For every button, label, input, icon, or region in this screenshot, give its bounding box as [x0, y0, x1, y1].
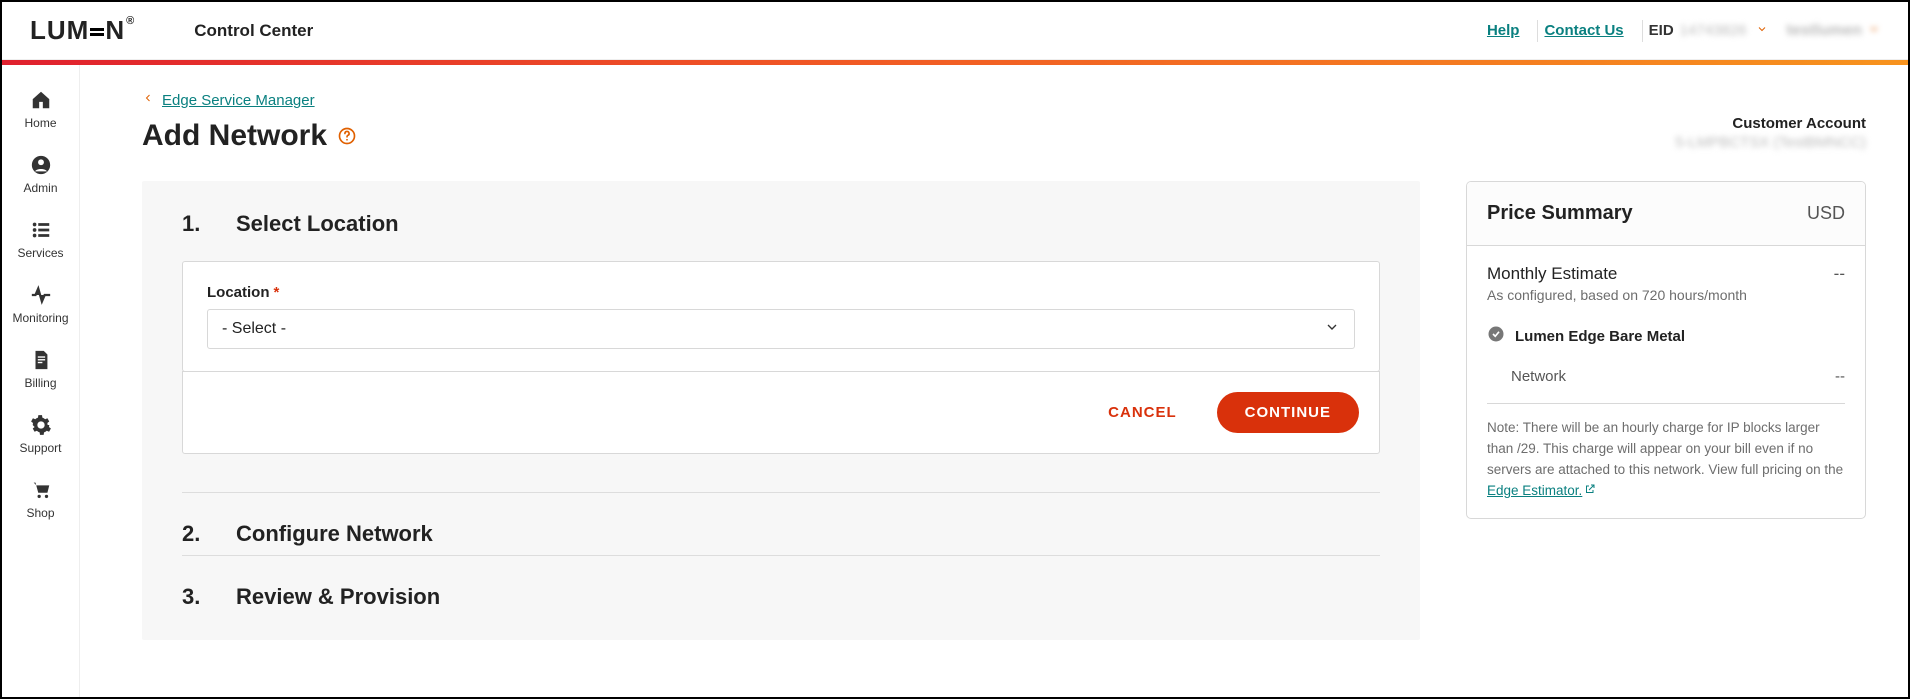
monthly-estimate-label: Monthly Estimate — [1487, 264, 1617, 284]
eid-dropdown[interactable]: EID 14743826 — [1649, 22, 1769, 39]
service-row: Lumen Edge Bare Metal — [1487, 325, 1845, 352]
divider — [1642, 20, 1643, 42]
help-link[interactable]: Help — [1487, 22, 1520, 39]
actions-bar: CANCEL CONTINUE — [182, 371, 1380, 454]
step-title: Review & Provision — [236, 584, 440, 610]
invoice-icon — [30, 349, 52, 371]
chevron-left-icon — [142, 91, 154, 109]
service-name: Lumen Edge Bare Metal — [1515, 328, 1685, 345]
sidebar: Home Admin Services Monitoring Billing S… — [2, 65, 80, 697]
sidebar-item-monitoring[interactable]: Monitoring — [2, 274, 79, 339]
pulse-icon — [30, 284, 52, 306]
location-label: Location* — [207, 284, 1355, 301]
sidebar-item-label: Services — [17, 246, 63, 260]
list-icon — [30, 219, 52, 241]
logo: LUMN® — [30, 15, 134, 46]
network-row: Network -- — [1487, 368, 1845, 404]
gear-icon — [30, 414, 52, 436]
step-3-header[interactable]: 3. Review & Provision — [182, 555, 1380, 610]
network-value: -- — [1835, 368, 1845, 385]
eid-value: 14743826 — [1680, 22, 1747, 39]
page-title-text: Add Network — [142, 119, 327, 153]
monthly-estimate-value: -- — [1834, 264, 1845, 284]
edge-estimator-link-text: Edge Estimator. — [1487, 483, 1582, 498]
chevron-down-icon — [1324, 319, 1340, 340]
continue-button[interactable]: CONTINUE — [1217, 392, 1359, 433]
required-mark: * — [274, 284, 280, 301]
sidebar-item-label: Home — [24, 116, 56, 130]
user-icon — [30, 154, 52, 176]
external-link-icon — [1584, 481, 1596, 502]
location-select-value: - Select - — [222, 320, 286, 338]
wizard-panel: 1. Select Location Location* - Select - … — [142, 181, 1420, 640]
account-name-value: testlumen — [1786, 22, 1862, 40]
chevron-down-icon — [1868, 22, 1880, 40]
page-title: Add Network — [142, 119, 357, 153]
step-title: Select Location — [236, 211, 399, 237]
cart-icon — [30, 479, 52, 501]
step-1-header: 1. Select Location — [182, 211, 1380, 237]
step-title: Configure Network — [236, 521, 433, 547]
step-number: 1. — [182, 211, 202, 237]
step-number: 3. — [182, 584, 202, 610]
contact-us-link[interactable]: Contact Us — [1544, 22, 1623, 39]
network-label: Network — [1511, 368, 1566, 385]
step-number: 2. — [182, 521, 202, 547]
sidebar-item-label: Admin — [23, 181, 57, 195]
pricing-note-text: Note: There will be an hourly charge for… — [1487, 420, 1843, 477]
home-icon — [30, 89, 52, 111]
sidebar-item-support[interactable]: Support — [2, 404, 79, 469]
check-circle-icon — [1487, 325, 1505, 348]
price-summary-title: Price Summary — [1487, 202, 1633, 225]
sidebar-item-admin[interactable]: Admin — [2, 144, 79, 209]
price-summary: Price Summary USD Monthly Estimate -- As… — [1466, 181, 1866, 519]
step-2-header[interactable]: 2. Configure Network — [182, 492, 1380, 547]
account-dropdown[interactable]: testlumen — [1786, 22, 1880, 40]
location-card: Location* - Select - — [182, 261, 1380, 372]
sidebar-item-billing[interactable]: Billing — [2, 339, 79, 404]
cancel-button[interactable]: CANCEL — [1092, 394, 1193, 431]
price-summary-header: Price Summary USD — [1467, 182, 1865, 246]
help-icon[interactable] — [337, 126, 357, 146]
app-header: LUMN® Control Center Help Contact Us EID… — [2, 2, 1908, 60]
sidebar-item-home[interactable]: Home — [2, 79, 79, 144]
sidebar-item-label: Monitoring — [12, 311, 68, 325]
sidebar-item-label: Shop — [26, 506, 54, 520]
edge-estimator-link[interactable]: Edge Estimator. — [1487, 483, 1596, 498]
chevron-down-icon — [1756, 22, 1768, 39]
customer-account-label: Customer Account — [1675, 115, 1866, 132]
location-label-text: Location — [207, 284, 270, 301]
breadcrumb: Edge Service Manager — [142, 91, 1866, 109]
sidebar-item-services[interactable]: Services — [2, 209, 79, 274]
customer-account-value: 5-LMPBCTSX (TestBMNCC) — [1675, 134, 1866, 151]
location-select[interactable]: - Select - — [207, 309, 1355, 349]
currency: USD — [1807, 203, 1845, 224]
customer-account: Customer Account 5-LMPBCTSX (TestBMNCC) — [1675, 115, 1866, 151]
sidebar-item-label: Billing — [24, 376, 56, 390]
monthly-estimate-sub: As configured, based on 720 hours/month — [1487, 287, 1845, 303]
divider — [1537, 20, 1538, 42]
eid-label: EID — [1649, 22, 1674, 39]
main-content: Edge Service Manager Add Network Custome… — [80, 65, 1908, 697]
monthly-estimate-row: Monthly Estimate -- — [1487, 264, 1845, 284]
pricing-note: Note: There will be an hourly charge for… — [1487, 418, 1845, 502]
sidebar-item-shop[interactable]: Shop — [2, 469, 79, 534]
app-title: Control Center — [194, 21, 313, 41]
breadcrumb-link[interactable]: Edge Service Manager — [162, 92, 315, 109]
sidebar-item-label: Support — [19, 441, 61, 455]
